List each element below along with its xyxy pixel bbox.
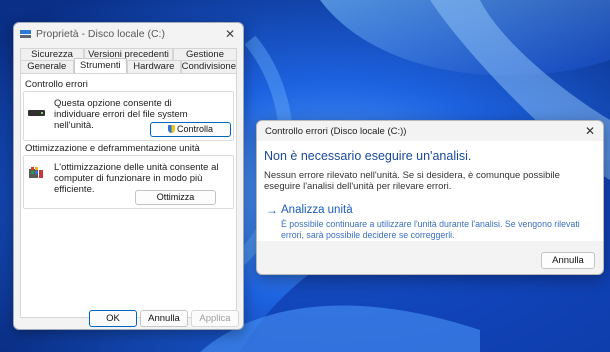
error-check-group: Questa opzione consente di individuare e… <box>23 91 234 141</box>
close-icon[interactable]: ✕ <box>223 27 237 41</box>
defrag-icon <box>29 167 43 178</box>
check-description: Nessun errore rilevato nell'unità. Se si… <box>264 170 560 192</box>
drive-icon <box>28 110 45 116</box>
tab-condivisione[interactable]: Condivisione <box>180 60 237 73</box>
tab-generale[interactable]: Generale <box>20 60 74 73</box>
tabs-row-2: Generale Strumenti Hardware Condivisione <box>20 58 237 74</box>
drive-icon <box>20 29 31 39</box>
optimize-button[interactable]: Ottimizza <box>135 190 216 205</box>
tab-hardware[interactable]: Hardware <box>127 60 181 73</box>
scan-drive-link[interactable]: → Analizza unità È possibile continuare … <box>262 202 597 240</box>
check-content: Non è necessario eseguire un'analisi. Ne… <box>257 141 603 241</box>
check-button[interactable]: Controlla <box>150 122 231 137</box>
arrow-right-icon: → <box>266 203 278 217</box>
ok-button[interactable]: OK <box>89 310 137 327</box>
tab-gestione-quote[interactable]: Gestione quote <box>172 48 237 72</box>
optimize-group: L'ottimizzazione delle unità consente al… <box>23 155 234 209</box>
tools-panel: Controllo errori Questa opzione consente… <box>20 73 237 318</box>
tab-strumenti[interactable]: Strumenti <box>73 58 128 74</box>
properties-title: Proprietà - Disco locale (C:) <box>36 28 165 40</box>
error-check-label: Controllo errori <box>25 79 88 90</box>
check-heading: Non è necessario eseguire un'analisi. <box>264 149 472 163</box>
error-check-dialog: Controllo errori (Disco locale (C:)) ✕ N… <box>256 120 604 275</box>
optimize-label: Ottimizzazione e deframmentazione unità <box>25 143 200 154</box>
check-dialog-title: Controllo errori (Disco locale (C:)) <box>265 125 407 137</box>
properties-titlebar: Proprietà - Disco locale (C:) ✕ <box>14 23 243 45</box>
check-titlebar: Controllo errori (Disco locale (C:)) ✕ <box>257 121 603 141</box>
check-cancel-button[interactable]: Annulla <box>541 252 595 269</box>
shield-icon <box>167 125 175 133</box>
properties-dialog: Proprietà - Disco locale (C:) ✕ Sicurezz… <box>13 22 244 330</box>
close-icon[interactable]: ✕ <box>585 124 595 138</box>
scan-drive-description: È possibile continuare a utilizzare l'un… <box>281 219 580 240</box>
tabs-row-1: Sicurezza Versioni precedenti Gestione q… <box>20 48 237 72</box>
scan-drive-title: Analizza unità <box>281 204 353 216</box>
apply-button[interactable]: Applica <box>191 310 239 327</box>
cancel-button[interactable]: Annulla <box>140 310 188 327</box>
check-button-label: Controlla <box>176 124 214 134</box>
